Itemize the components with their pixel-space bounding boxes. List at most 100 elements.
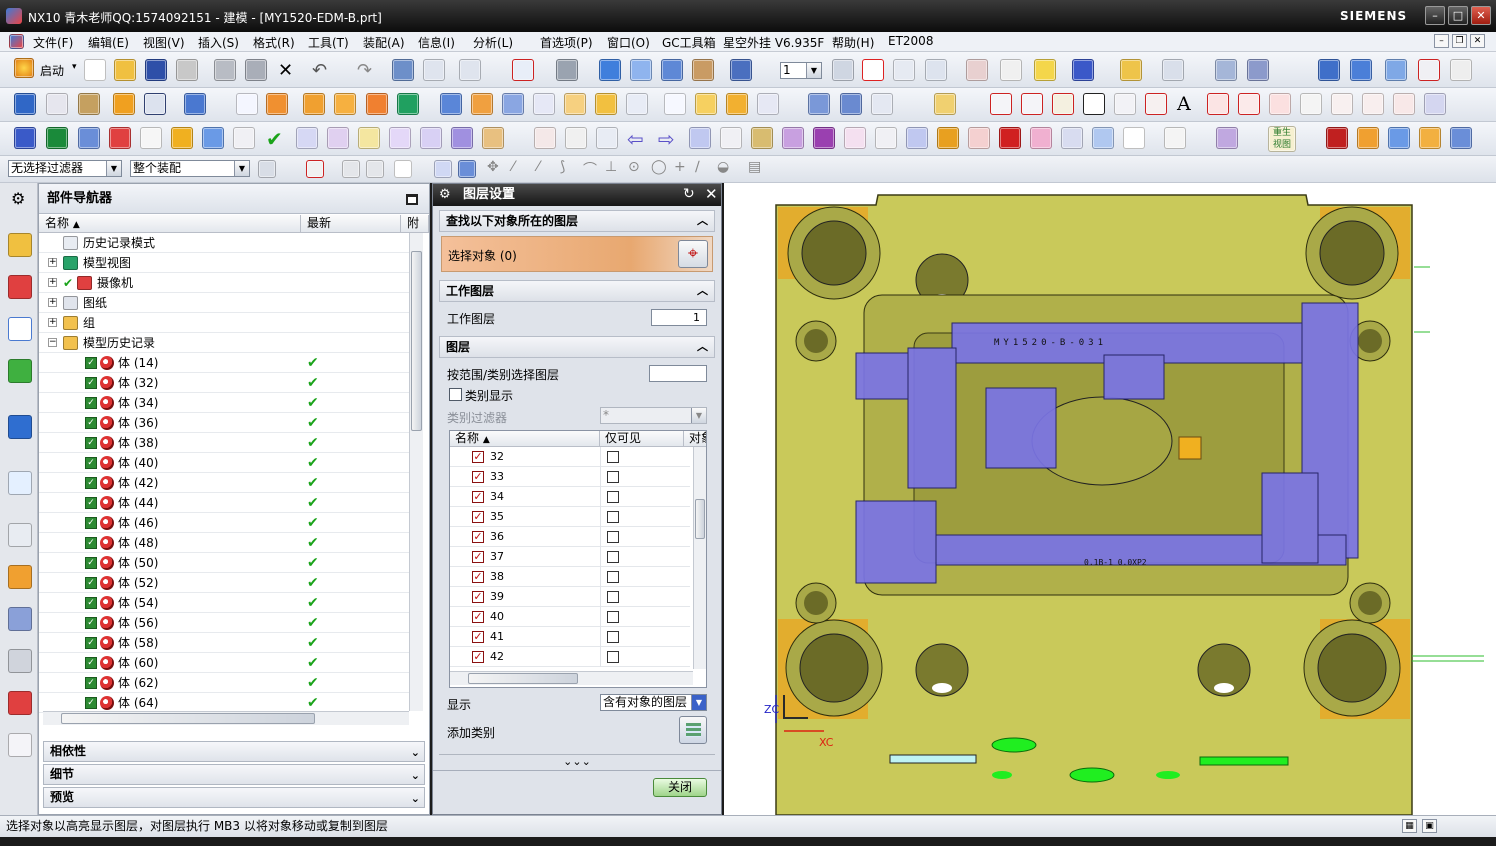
start-icon[interactable] [14,58,34,78]
tree-node[interactable]: + 组 [39,313,409,333]
shell-icon[interactable] [502,93,524,115]
replace-face-icon[interactable] [664,93,686,115]
fit-view-icon[interactable] [512,59,534,81]
spline-icon[interactable] [1145,93,1167,115]
layer-row[interactable]: ✓ 33 [450,467,690,487]
open-folder-icon[interactable] [114,59,136,81]
holder-icon[interactable] [751,127,773,149]
rectangle-icon[interactable] [1083,93,1105,115]
body-row[interactable]: ✓ 体 (42) ✔ [39,473,409,493]
section-preview[interactable]: 预览 ⌄ [43,787,425,808]
pocket-icon[interactable] [266,93,288,115]
visible-only-checkbox[interactable] [607,491,619,503]
axis-icon[interactable] [1164,127,1186,149]
visibility-checkbox[interactable]: ✓ [85,357,97,369]
tree-node[interactable]: + 图纸 [39,293,409,313]
layer-list-hscroll-thumb[interactable] [468,673,578,684]
transform-icon[interactable] [423,59,445,81]
start-dropdown-icon[interactable]: ▾ [72,62,77,72]
through-curves-icon[interactable] [840,93,862,115]
static-wireframe-icon[interactable] [661,59,683,81]
navigator-vertical-scrollbar[interactable] [409,233,423,711]
menu-information[interactable]: 信息(I) [418,34,455,51]
start-button[interactable]: 启动 [40,62,64,79]
delete-icon[interactable]: ✕ [278,60,293,81]
drawing-icon[interactable] [420,127,442,149]
layer-selectable-checkbox[interactable]: ✓ [472,551,484,563]
arc-icon[interactable] [1021,93,1043,115]
move-object-icon[interactable] [392,59,414,81]
dialog-gear-icon[interactable]: ⚙ [439,187,451,202]
select-face-filter-icon[interactable] [458,160,476,178]
reuse-library-icon[interactable] [8,359,32,383]
sew-icon[interactable] [695,93,717,115]
close-window-button[interactable]: ✕ [1471,6,1491,25]
body-row[interactable]: ✓ 体 (56) ✔ [39,613,409,633]
body-row[interactable]: ✓ 体 (46) ✔ [39,513,409,533]
snap-tangent-icon[interactable]: ⊥ [605,159,617,175]
role-icon[interactable] [8,691,32,715]
component-icon[interactable] [1216,127,1238,149]
arrow-left-icon[interactable]: ⇦ [627,127,644,151]
expand-node-icon[interactable]: + [48,278,57,287]
expand-node-icon[interactable]: + [48,318,57,327]
expand-node-icon[interactable]: + [48,298,57,307]
snap-endpoint-icon[interactable]: ✥ [487,159,499,175]
navigator-hscroll-thumb[interactable] [61,713,315,724]
package-icon[interactable] [1357,127,1379,149]
body-row[interactable]: ✓ 体 (38) ✔ [39,433,409,453]
visible-only-checkbox[interactable] [607,511,619,523]
edge-blend-icon[interactable] [46,93,68,115]
snap-circle-icon[interactable]: ◯ [651,159,667,175]
zoom-icon[interactable] [459,59,481,81]
visibility-checkbox[interactable]: ✓ [85,537,97,549]
new-file-icon[interactable] [84,59,106,81]
visibility-checkbox[interactable]: ✓ [85,477,97,489]
layer-col-objects[interactable]: 对象 [684,431,706,447]
layer-selectable-checkbox[interactable]: ✓ [472,571,484,583]
minimize-button[interactable]: – [1425,6,1445,25]
snap-point-icon[interactable] [342,160,360,178]
category-display-checkbox[interactable] [449,388,462,401]
dimension-icon[interactable] [1162,59,1184,81]
part-navigator-icon[interactable] [8,317,32,341]
reset-view-button[interactable]: 重生视图 [1268,126,1296,152]
snap-point-on-curve-icon[interactable]: + [674,159,686,175]
delete-parameters-icon[interactable] [1450,59,1472,81]
col-name-header[interactable]: 名称 ▲ [39,215,301,233]
layer-selectable-checkbox[interactable]: ✓ [472,631,484,643]
grid-icon[interactable] [1061,127,1083,149]
menu-help[interactable]: 帮助(H) [832,34,874,51]
visibility-checkbox[interactable]: ✓ [85,637,97,649]
join-curve-icon[interactable] [1393,93,1415,115]
system-materials-icon[interactable] [8,565,32,589]
group-work-layer[interactable]: 工作图层 ︿ [439,280,715,302]
resource-settings-icon[interactable]: ⚙ [11,189,25,208]
range-category-input[interactable] [649,365,707,382]
system-scene-icon[interactable] [8,733,32,757]
boss-icon[interactable] [303,93,325,115]
menu-view[interactable]: 视图(V) [143,34,185,51]
offset-face-icon[interactable] [1247,59,1269,81]
menu-preferences[interactable]: 首选项(P) [540,34,593,51]
menu-assembly[interactable]: 装配(A) [363,34,405,51]
menu-analysis[interactable]: 分析(L) [473,34,513,51]
visibility-checkbox[interactable]: ✓ [85,577,97,589]
block-icon[interactable] [1318,59,1340,81]
bridge-curve-icon[interactable] [1362,93,1384,115]
circle-icon[interactable] [1052,93,1074,115]
archive-icon[interactable] [1419,127,1441,149]
measure-icon[interactable] [925,59,947,81]
wireframe-view-icon[interactable] [630,59,652,81]
mirror-icon[interactable] [471,93,493,115]
line-icon[interactable] [990,93,1012,115]
group-layers[interactable]: 图层 ︿ [439,336,715,358]
check-geometry-icon[interactable] [140,127,162,149]
combine-icon[interactable] [113,93,135,115]
layer-selectable-checkbox[interactable]: ✓ [472,511,484,523]
visibility-checkbox[interactable]: ✓ [85,517,97,529]
select-intent-icon[interactable] [366,160,384,178]
undo-icon[interactable]: ↶ [312,60,327,81]
mdi-minimize-button[interactable]: – [1434,34,1449,48]
parting-icon[interactable] [233,127,255,149]
